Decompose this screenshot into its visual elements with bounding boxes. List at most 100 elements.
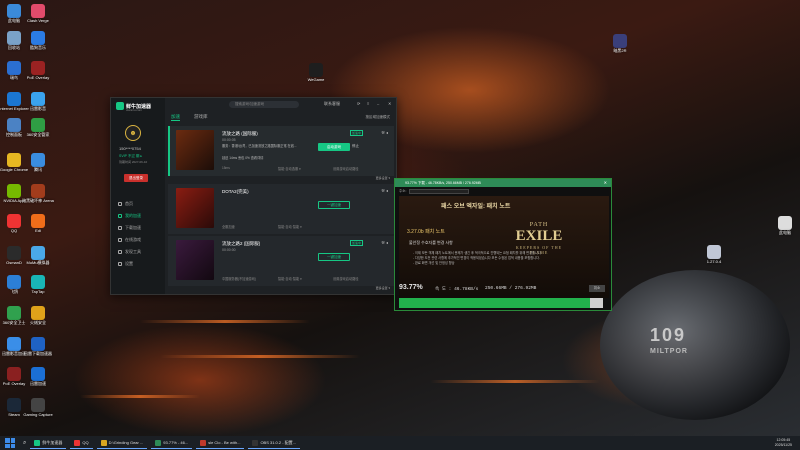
desktop-icon[interactable]: 360安全管家 bbox=[24, 118, 52, 137]
vip-status[interactable]: SVIP 不过 期 ▸ bbox=[119, 154, 142, 159]
tab-accelerate[interactable]: 加速 bbox=[171, 114, 180, 121]
patch-notes-title: 패스 오브 엑자일: 패치 노트 bbox=[441, 204, 511, 210]
taskbar-item-label: 鲜牛加速器 bbox=[42, 439, 63, 445]
desktop-icon[interactable]: MuMu模拟器 bbox=[24, 246, 52, 265]
desktop-icon-label: PoE Overlay bbox=[2, 381, 26, 386]
taskbar-item[interactable]: OBS 31.0.2 - 配置... bbox=[248, 437, 301, 449]
desktop-icon[interactable]: 暗黑破坏神 Arena bbox=[22, 184, 54, 203]
desktop-icon-label: 飞鸽 bbox=[10, 289, 18, 294]
app-icon bbox=[31, 92, 45, 106]
stop-button[interactable]: 停止 bbox=[352, 144, 359, 149]
desktop-icon[interactable]: PoE Overlay bbox=[24, 61, 52, 80]
desktop-icon[interactable]: 火绒安全 bbox=[24, 306, 52, 325]
url-field[interactable] bbox=[409, 189, 470, 194]
desktop-icon[interactable]: TapTap bbox=[24, 275, 52, 294]
sidebar-item-tools[interactable]: 发现工具 bbox=[111, 246, 165, 258]
game-card[interactable]: DOTA2(完美) 全服加速 智能·自动·智能 ▾ 一键加速 ⚒ ◂ bbox=[168, 184, 394, 234]
game-card[interactable]: 流放之路2 (国际服) 00:00:00 中国服务器(不加速游戏) 智能·自动·… bbox=[168, 236, 394, 286]
desktop-icon[interactable]: 腾讯 bbox=[24, 153, 52, 172]
avatar[interactable]: ☻ bbox=[125, 125, 141, 141]
desktop-icon-label: 360安全管家 bbox=[26, 132, 50, 137]
desktop-icon[interactable]: WeGame bbox=[302, 63, 330, 82]
sidebar-item-download[interactable]: 下载加速 bbox=[111, 222, 165, 234]
game-card[interactable]: 流放之路 (国际服) 00:00:05 服务：香港/台湾，已加速流放之路国际服正… bbox=[168, 126, 394, 176]
app-icon bbox=[31, 61, 45, 75]
accelerator-window: 鲜牛加速器 xianniu.com ☻ 150****0754 SVIP 不过 … bbox=[110, 97, 397, 295]
more-settings[interactable]: 更多设置 ▾ bbox=[376, 176, 390, 180]
sidebar-item-home[interactable]: 首页 bbox=[111, 198, 165, 210]
game-tools-icon[interactable]: ⚒ ◂ bbox=[381, 240, 388, 245]
server-select[interactable]: 智能·自动·智能 ▾ bbox=[278, 276, 302, 281]
app-icon bbox=[707, 245, 721, 259]
app-icon bbox=[31, 275, 45, 289]
refresh-icon[interactable]: ⟳ bbox=[357, 101, 360, 106]
app-icon bbox=[31, 398, 45, 412]
close-icon[interactable]: ✕ bbox=[604, 179, 607, 187]
taskbar-item[interactable]: sle Clo - Be with... bbox=[196, 437, 245, 449]
wallpaper-model-text: 109 bbox=[650, 325, 687, 345]
minimize-icon[interactable]: – bbox=[377, 101, 379, 106]
wallpaper-speaker bbox=[600, 270, 790, 420]
desktop-icon-label: 1.27.0.4 bbox=[706, 259, 722, 264]
taskbar-item[interactable]: 93.77% - 46... bbox=[151, 437, 193, 449]
app-icon bbox=[7, 92, 21, 106]
accelerate-button[interactable]: 一键加速 bbox=[318, 253, 350, 261]
taskbar-item[interactable]: QQ bbox=[70, 437, 93, 449]
launch-path-link[interactable]: 设置游戏启动路径 bbox=[333, 276, 359, 281]
desktop-icon[interactable]: Clash Verge bbox=[24, 4, 52, 23]
light-streak bbox=[140, 320, 310, 323]
desktop-icon-label: 瑞鸟 bbox=[10, 75, 18, 80]
server-select[interactable]: 智能·自动选服 ▾ bbox=[278, 166, 301, 171]
game-tools-icon[interactable]: ⚒ ◂ bbox=[381, 130, 388, 135]
download-progress-bar bbox=[399, 298, 603, 308]
desktop-icon[interactable]: 此电脑 bbox=[771, 216, 799, 235]
desktop-icon[interactable]: 1.27.0.4 bbox=[700, 245, 728, 264]
desktop-icon-label: 此电脑 bbox=[779, 230, 791, 235]
game-tools-icon[interactable]: ⚒ ◂ bbox=[381, 188, 388, 193]
status-badge: 加速中 bbox=[350, 240, 364, 246]
app-icon bbox=[7, 306, 21, 320]
tool-icon bbox=[118, 250, 122, 254]
desktop-icon[interactable]: Gaming Capture bbox=[23, 398, 53, 417]
accelerate-button[interactable]: 一键加速 bbox=[318, 201, 350, 209]
game-cover bbox=[176, 240, 214, 280]
desktop-icon[interactable]: Edi bbox=[24, 214, 52, 233]
desktop-icon[interactable]: 迅雷影音 bbox=[24, 92, 52, 111]
app-icon bbox=[31, 246, 45, 260]
taskbar-item[interactable]: D:\Grinding Gear ... bbox=[96, 437, 148, 449]
taskbar-app-icon bbox=[100, 439, 107, 446]
close-icon[interactable]: ✕ bbox=[388, 101, 391, 106]
server-select[interactable]: 智能·自动·智能 ▾ bbox=[278, 224, 302, 229]
start-game-button[interactable]: 启动游戏 bbox=[318, 143, 350, 151]
sidebar-item-my-accel[interactable]: 我的加速 bbox=[111, 210, 165, 222]
mode-link[interactable]: 按区域加速模式 bbox=[366, 115, 391, 120]
status-badge: 加速中 bbox=[350, 130, 364, 136]
start-button[interactable] bbox=[5, 438, 15, 448]
desktop-icon-label: 酷狗音乐 bbox=[30, 45, 46, 50]
desktop-icon[interactable]: 暗黑2R bbox=[606, 34, 634, 53]
desktop-icon[interactable]: 迅雷下载加速器 bbox=[24, 337, 52, 356]
app-subname: xianniu.com bbox=[126, 108, 143, 112]
desktop-icon[interactable]: 迅雷加速 bbox=[24, 367, 52, 386]
taskbar: ⌕ 鲜牛加速器 QQ D:\Grinding Gear ... 93.77% - 46… bbox=[0, 436, 800, 450]
app-icon bbox=[7, 153, 21, 167]
game-cover bbox=[176, 188, 214, 228]
game-desc: 服务：香港/台湾，已加速流放之路国际服正常 在线... bbox=[222, 144, 297, 148]
cancel-button[interactable]: 취소 bbox=[589, 285, 605, 292]
logout-button[interactable]: 退出登录 bbox=[124, 174, 148, 182]
taskbar-item[interactable]: 鲜牛加速器 bbox=[30, 437, 67, 449]
sidebar-item-settings[interactable]: 设置 bbox=[111, 258, 165, 270]
game-name: DOTA2(完美) bbox=[222, 189, 249, 194]
more-settings[interactable]: 更多设置 ▾ bbox=[376, 286, 390, 290]
feedback-button[interactable]: 联系客服 bbox=[324, 101, 340, 107]
logo-line-mid: EXILE bbox=[515, 228, 563, 244]
system-clock[interactable]: 12:05:45 2025/11/25 bbox=[775, 438, 792, 447]
launch-path-link[interactable]: 设置游戏启动路径 bbox=[333, 166, 359, 171]
tab-library[interactable]: 游戏库 bbox=[194, 114, 208, 121]
menu-icon[interactable]: ≡ bbox=[367, 101, 369, 106]
search-input[interactable]: 搜索游戏/加速游戏 bbox=[229, 101, 299, 108]
desktop-icon[interactable]: 酷狗音乐 bbox=[24, 31, 52, 50]
expire-date: 到期时间 2027-06-10 bbox=[119, 160, 148, 164]
game-timer: 00:00:05 bbox=[222, 138, 236, 142]
sidebar-item-online[interactable]: 在线游戏 bbox=[111, 234, 165, 246]
